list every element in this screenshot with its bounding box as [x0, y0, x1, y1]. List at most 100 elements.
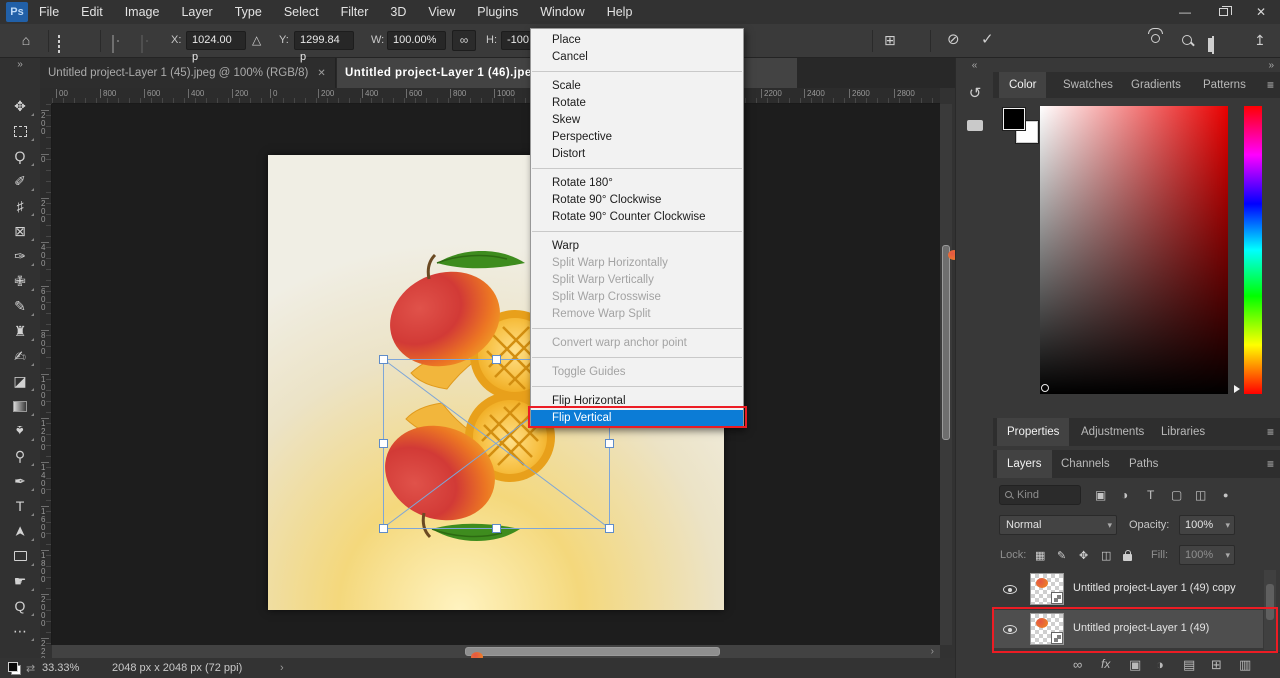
link-layers-icon[interactable]: ∞ [1073, 657, 1082, 672]
panel-expand-icon[interactable]: » [1268, 60, 1274, 71]
menu-item-rotate-180[interactable]: Rotate 180° [531, 175, 743, 192]
opacity-field[interactable]: 100% ▾ [1179, 515, 1235, 535]
menu-filter[interactable]: Filter [330, 0, 380, 24]
menu-item-convert-warp-anchor-point[interactable]: Convert warp anchor point [531, 335, 743, 352]
blur-tool[interactable]: ♠ [4, 419, 36, 443]
panel-menu-icon[interactable]: ≡ [1267, 78, 1274, 92]
tab-gradients[interactable]: Gradients [1121, 72, 1191, 98]
lock-transparency-icon[interactable]: ▦ [1035, 549, 1045, 562]
smart-object-filter-icon[interactable]: ◫ [1195, 488, 1206, 502]
menu-item-split-warp-horizontally[interactable]: Split Warp Horizontally [531, 255, 743, 272]
menu-item-scale[interactable]: Scale [531, 78, 743, 95]
history-panel-icon[interactable]: ↺ [961, 80, 989, 106]
status-chevron-icon[interactable]: › [280, 662, 284, 674]
menu-item-warp[interactable]: Warp [531, 238, 743, 255]
tab-properties[interactable]: Properties [997, 418, 1069, 446]
layer-style-icon[interactable]: fx [1101, 657, 1110, 671]
comments-panel-icon[interactable] [961, 112, 989, 138]
menu-item-rotate[interactable]: Rotate [531, 95, 743, 112]
menu-item-toggle-guides[interactable]: Toggle Guides [531, 364, 743, 381]
menu-item-distort[interactable]: Distort [531, 146, 743, 163]
layer-name[interactable]: Untitled project-Layer 1 (49) copy [1073, 582, 1236, 594]
type-tool[interactable]: T [4, 494, 36, 518]
panel-menu-icon[interactable]: ≡ [1267, 425, 1274, 439]
history-brush-tool[interactable]: ✍ [4, 344, 36, 368]
menu-3d[interactable]: 3D [379, 0, 417, 24]
layer-name[interactable]: Untitled project-Layer 1 (49) [1073, 622, 1209, 634]
adjustment-layers-filter-icon[interactable]: ◑ [1121, 488, 1128, 502]
menu-help[interactable]: Help [596, 0, 644, 24]
canvas-vertical-scrollbar[interactable] [940, 104, 952, 645]
new-adjustment-layer-icon[interactable]: ◑ [1156, 657, 1164, 672]
menu-item-flip-horizontal[interactable]: Flip Horizontal [531, 393, 743, 410]
workspace-icon[interactable] [1212, 35, 1214, 55]
tab-patterns[interactable]: Patterns [1193, 72, 1256, 98]
hand-tool[interactable]: ☛ [4, 569, 36, 593]
healing-brush-tool[interactable]: ✙ [4, 269, 36, 293]
path-selection-tool[interactable]: ➤ [4, 519, 36, 543]
relative-position-icon[interactable]: △ [252, 30, 261, 50]
lock-position-icon[interactable]: ✥ [1079, 549, 1088, 562]
tab-paths[interactable]: Paths [1119, 450, 1168, 478]
photoshop-logo-icon[interactable]: Ps [6, 2, 28, 22]
lock-image-icon[interactable]: ✎ [1057, 549, 1066, 562]
menu-item-remove-warp-split[interactable]: Remove Warp Split [531, 306, 743, 323]
scroll-arrow-icon[interactable]: › [931, 645, 934, 658]
clone-stamp-tool[interactable]: ♜ [4, 319, 36, 343]
maintain-aspect-ratio-icon[interactable]: ∞ [452, 30, 476, 51]
shape-layers-filter-icon[interactable]: ▢ [1171, 488, 1182, 502]
brush-tool[interactable]: ✎ [4, 294, 36, 318]
lock-all-icon[interactable] [1123, 554, 1132, 561]
pen-tool[interactable]: ✒ [4, 469, 36, 493]
menu-item-place[interactable]: Place [531, 32, 743, 49]
restore-button[interactable] [1204, 0, 1242, 24]
move-tool[interactable]: ✥ [4, 94, 36, 118]
swap-colors-icon[interactable]: ⇄ [26, 662, 35, 675]
object-selection-tool[interactable]: ✐ [4, 169, 36, 193]
commit-transform-icon[interactable]: ✓ [981, 30, 994, 50]
layer-thumbnail[interactable] [1030, 573, 1064, 605]
lock-artboard-icon[interactable]: ◫ [1101, 549, 1111, 562]
tab-swatches[interactable]: Swatches [1053, 72, 1123, 98]
y-field[interactable]: 1299.84 p [294, 31, 354, 50]
document-tab-1[interactable]: Untitled project-Layer 1 (45).jpeg @ 100… [40, 58, 336, 88]
tab-close-icon[interactable]: ✕ [317, 68, 325, 79]
layer-visibility-icon[interactable] [1003, 625, 1017, 634]
menu-item-perspective[interactable]: Perspective [531, 129, 743, 146]
layer-row-copy[interactable]: Untitled project-Layer 1 (49) copy [993, 570, 1263, 608]
zoom-level-field[interactable]: 33.33% [42, 662, 79, 674]
reference-point-icon[interactable] [112, 34, 114, 54]
menu-item-rotate-90-ccw[interactable]: Rotate 90° Counter Clockwise [531, 209, 743, 226]
fill-field[interactable]: 100% ▾ [1179, 545, 1235, 565]
pixel-layers-filter-icon[interactable]: ▣ [1095, 488, 1106, 502]
fg-bg-swatches-mini-icon[interactable] [8, 662, 21, 675]
layer-search-field[interactable]: Kind [999, 485, 1081, 505]
type-layers-filter-icon[interactable]: T [1147, 488, 1154, 502]
tab-layers[interactable]: Layers [997, 450, 1052, 478]
x-field[interactable]: 1024.00 p [186, 31, 246, 50]
menu-window[interactable]: Window [529, 0, 595, 24]
menu-item-flip-vertical[interactable]: Flip Vertical [531, 410, 743, 427]
layer-row-selected[interactable]: Untitled project-Layer 1 (49) [993, 610, 1263, 648]
menu-item-cancel[interactable]: Cancel [531, 49, 743, 66]
marquee-tool[interactable] [4, 119, 36, 143]
layer-visibility-icon[interactable] [1003, 585, 1017, 594]
minimize-button[interactable]: — [1166, 0, 1204, 24]
layers-scrollbar[interactable] [1264, 570, 1276, 650]
cancel-transform-icon[interactable]: ⊘ [947, 30, 960, 50]
menu-image[interactable]: Image [114, 0, 171, 24]
dodge-tool[interactable]: ⚲ [4, 444, 36, 468]
toolbar-collapse-icon[interactable]: » [0, 58, 40, 72]
tab-color[interactable]: Color [999, 72, 1046, 98]
scrollbar-thumb[interactable] [465, 647, 720, 656]
filtering-toggle-icon[interactable]: ● [1223, 490, 1228, 500]
interpolation-icon[interactable]: ⊞ [884, 30, 896, 50]
color-sample-marker[interactable] [1041, 384, 1049, 392]
rectangle-tool[interactable] [4, 544, 36, 568]
add-layer-mask-icon[interactable]: ▣ [1129, 657, 1141, 673]
canvas-horizontal-scrollbar[interactable]: › [52, 645, 940, 658]
delete-layer-icon[interactable]: ▥ [1239, 657, 1251, 673]
home-icon[interactable]: ⌂ [16, 30, 36, 50]
more-tools-button[interactable]: ⋯ [4, 619, 36, 643]
blend-mode-select[interactable]: Normal ▾ [999, 515, 1117, 535]
